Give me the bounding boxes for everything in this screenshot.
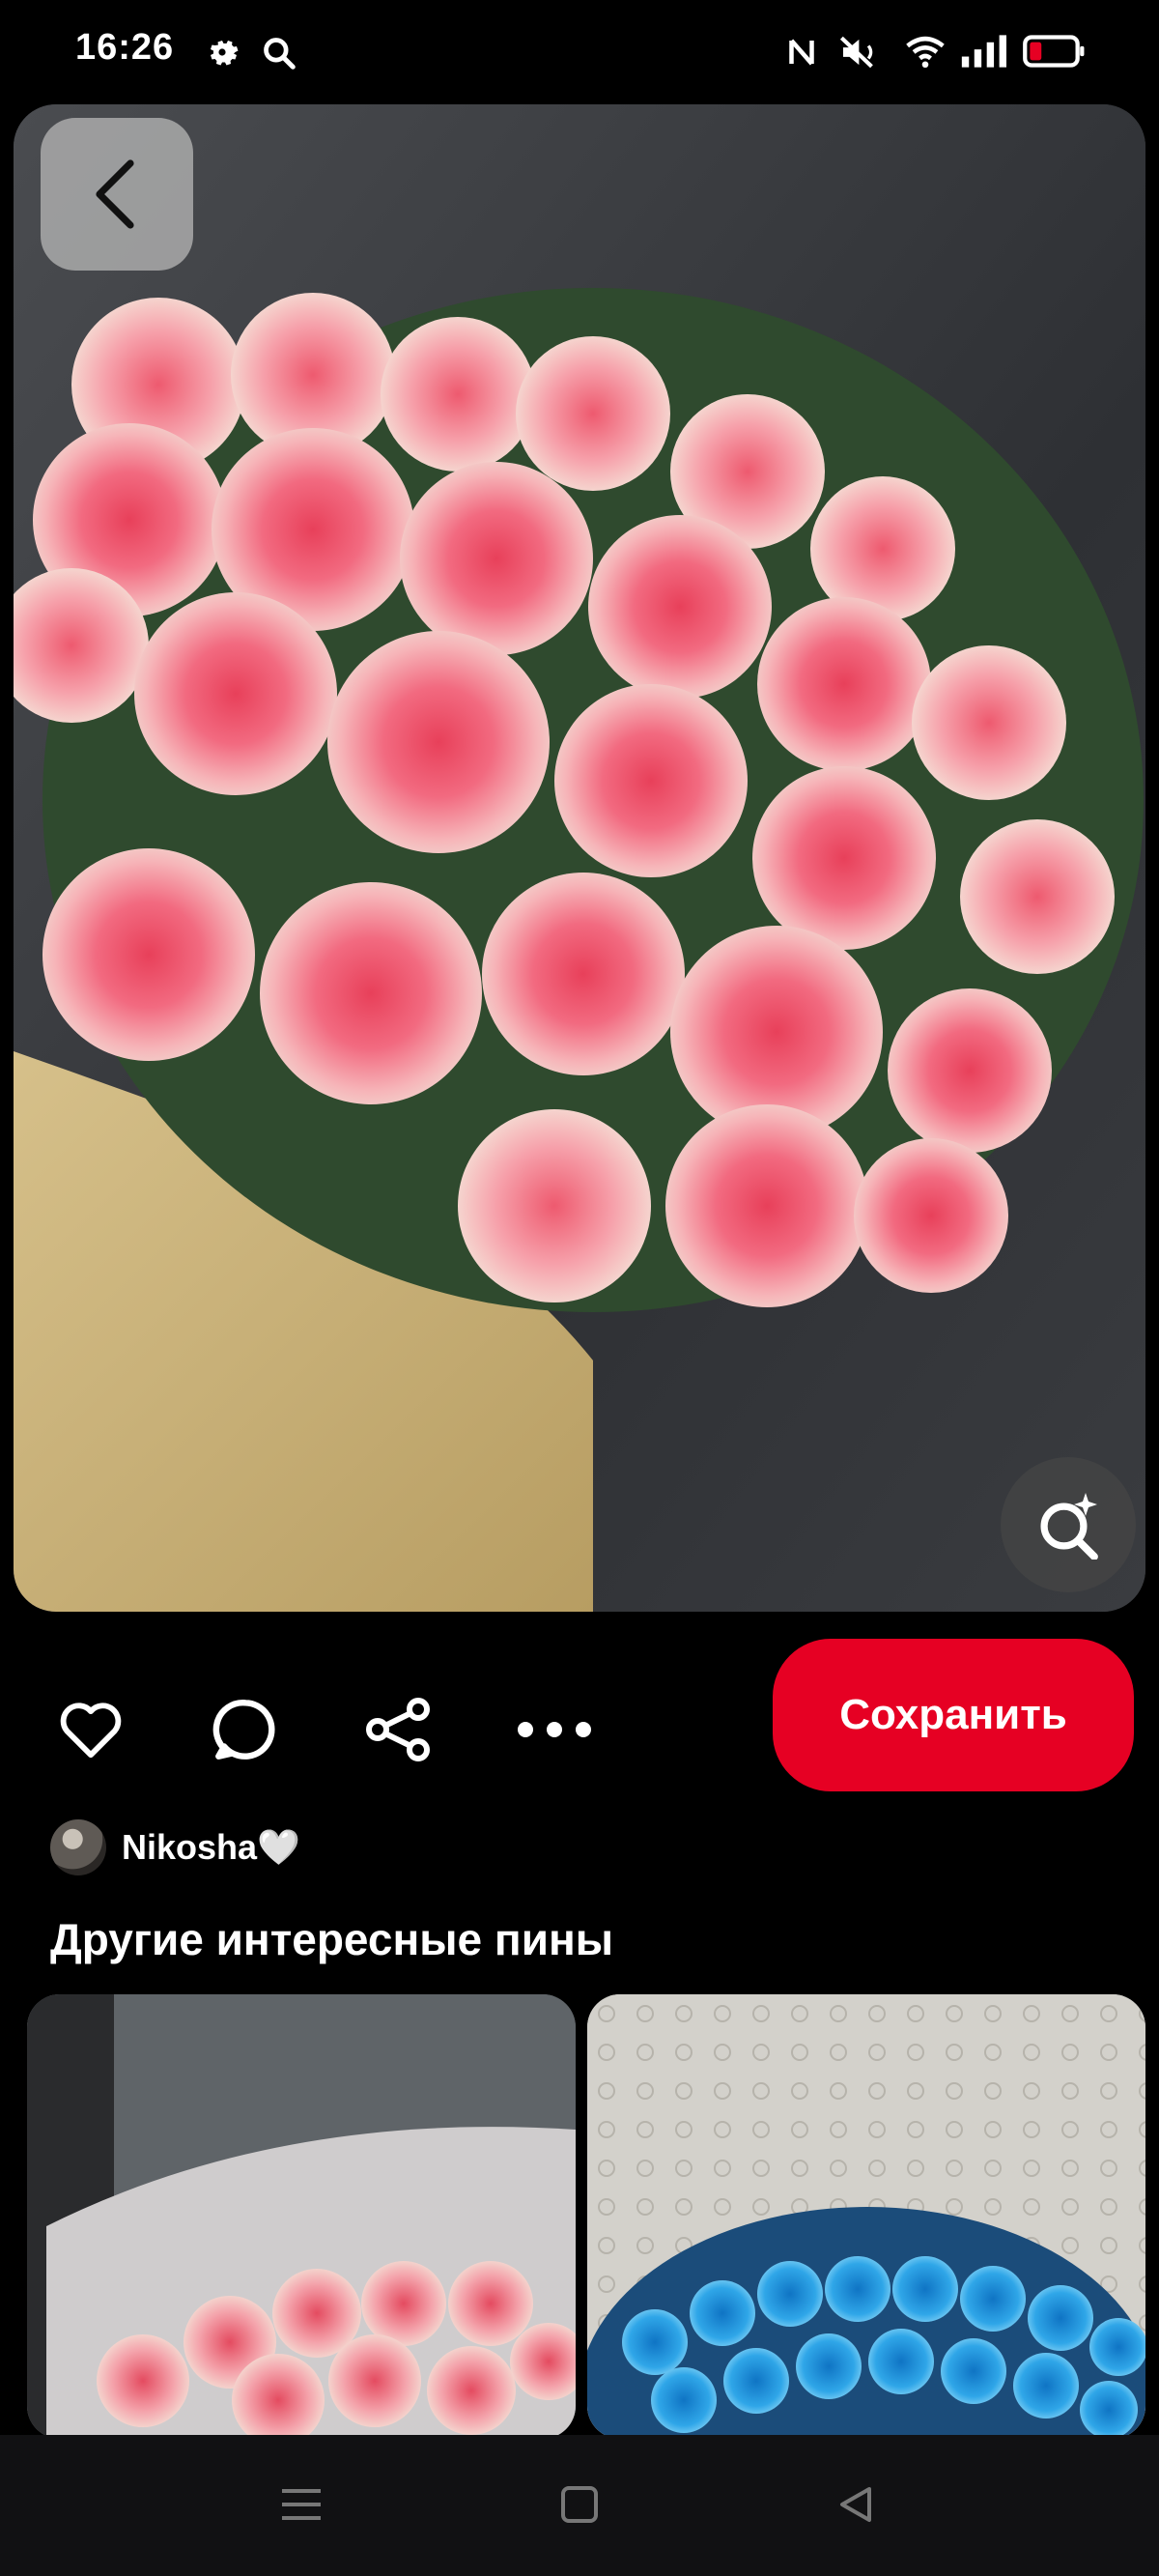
author-name[interactable]: Nikosha🤍 <box>122 1827 300 1868</box>
related-pin-image <box>587 1994 1145 2439</box>
share-icon <box>366 1698 430 1761</box>
back-icon[interactable] <box>836 2485 875 2529</box>
back-button[interactable] <box>41 118 193 271</box>
gear-icon <box>205 35 240 74</box>
system-nav-bar <box>0 2435 1159 2576</box>
home-icon[interactable] <box>560 2485 599 2529</box>
status-bar: 16:26 <box>0 0 1159 106</box>
roses-bouquet-image <box>14 104 1145 1612</box>
comment-button[interactable] <box>207 1691 284 1768</box>
related-pin-1[interactable] <box>27 1994 576 2439</box>
menu-icon[interactable] <box>280 2485 323 2529</box>
status-time: 16:26 <box>75 27 175 68</box>
more-icon <box>518 1722 591 1737</box>
section-title: Другие интересные пины <box>50 1914 614 1964</box>
visual-search-button[interactable] <box>1001 1457 1136 1592</box>
pin-author[interactable]: Nikosha🤍 <box>50 1817 300 1878</box>
lens-search-icon <box>1040 1493 1098 1560</box>
pin-image[interactable] <box>14 104 1145 1612</box>
related-pin-image <box>27 1994 576 2439</box>
comment-icon <box>212 1700 275 1760</box>
signal-icon <box>960 33 1006 74</box>
mute-icon <box>836 35 885 74</box>
avatar[interactable] <box>50 1819 106 1875</box>
chevron-left-icon <box>96 159 134 229</box>
save-button[interactable]: Сохранить <box>773 1639 1134 1791</box>
more-button[interactable] <box>516 1691 593 1768</box>
share-button[interactable] <box>359 1691 437 1768</box>
nfc-icon <box>787 35 816 74</box>
search-icon <box>261 35 297 76</box>
related-pin-2[interactable] <box>587 1994 1145 2439</box>
wifi-icon <box>904 33 947 74</box>
heart-icon <box>60 1703 122 1759</box>
like-button[interactable] <box>52 1691 129 1768</box>
battery-icon <box>1022 35 1086 72</box>
